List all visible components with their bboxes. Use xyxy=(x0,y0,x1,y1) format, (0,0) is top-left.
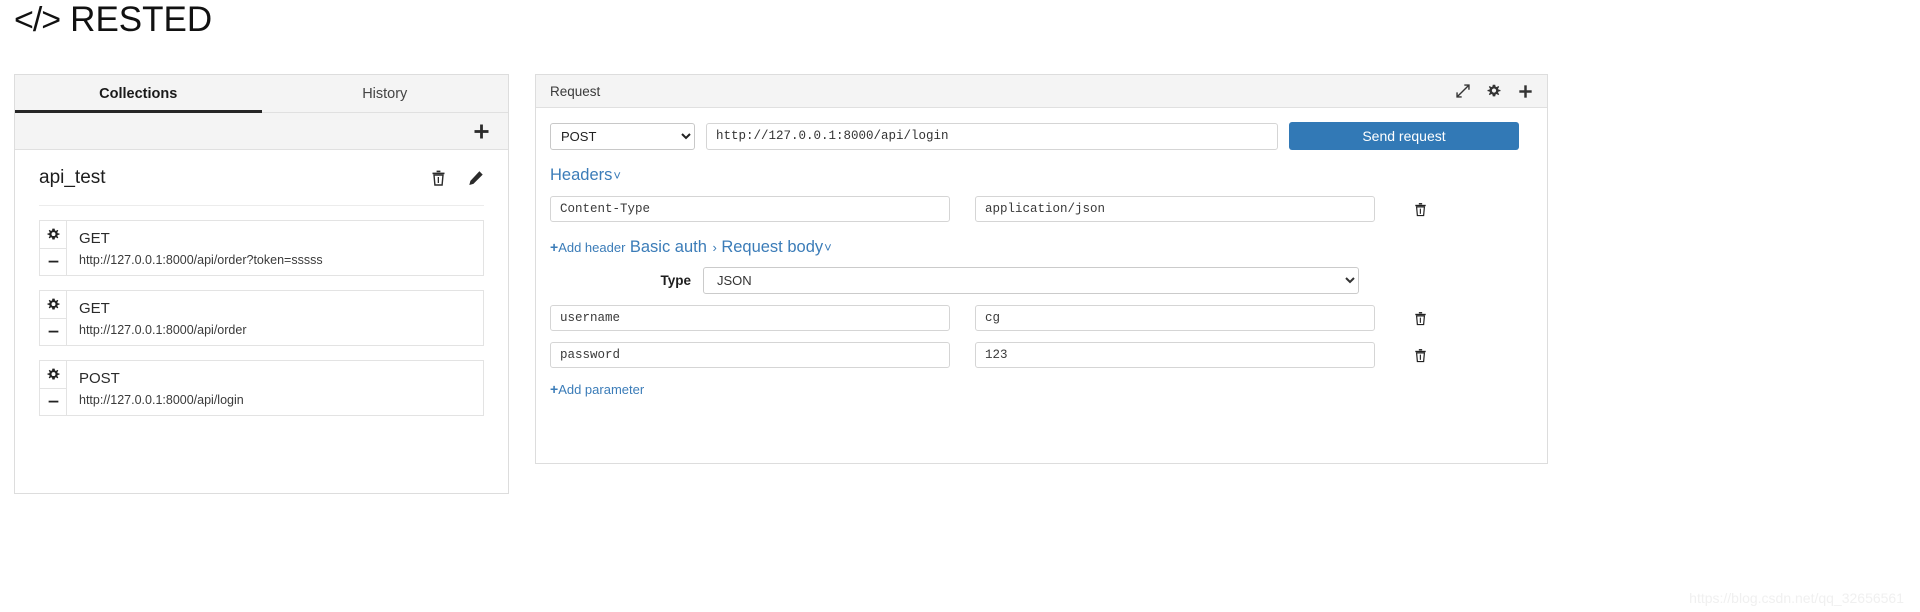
expand-panel-button[interactable] xyxy=(1456,84,1470,98)
request-panel: Request POST Send xyxy=(535,74,1548,464)
delete-header-button[interactable] xyxy=(1414,202,1427,217)
body-type-row: Type JSON xyxy=(550,267,1533,294)
request-remove-button[interactable] xyxy=(40,389,66,416)
gear-icon xyxy=(46,298,60,310)
pencil-icon xyxy=(469,170,483,185)
expand-icon xyxy=(1456,84,1470,98)
request-item-body: GET http://127.0.0.1:8000/api/order?toke… xyxy=(67,221,483,275)
watermark: https://blog.csdn.net/qq_32656561 xyxy=(1689,590,1904,606)
body-param-value-input[interactable] xyxy=(975,305,1375,331)
plus-icon: + xyxy=(550,381,559,397)
gear-icon xyxy=(1487,84,1501,97)
tab-collections-label: Collections xyxy=(99,85,178,102)
request-list-item[interactable]: POST http://127.0.0.1:8000/api/login xyxy=(39,360,484,416)
add-parameter-button[interactable]: +Add parameter xyxy=(550,381,644,397)
headers-section-toggle[interactable]: Headers˅ xyxy=(550,166,621,185)
request-settings-button[interactable] xyxy=(40,361,66,389)
plus-icon: + xyxy=(550,239,559,255)
delete-body-param-button[interactable] xyxy=(1414,348,1427,363)
collections-toolbar xyxy=(15,113,508,150)
delete-collection-button[interactable] xyxy=(431,170,446,186)
basic-auth-label: Basic auth xyxy=(629,238,707,256)
collections-panel: Collections History api_test GET http://… xyxy=(14,74,509,494)
request-item-body: POST http://127.0.0.1:8000/api/login xyxy=(67,361,483,415)
trash-icon xyxy=(1415,348,1426,362)
add-header-button[interactable]: +Add header xyxy=(550,239,625,255)
request-panel-title: Request xyxy=(550,83,601,99)
request-body-label: Request body xyxy=(721,238,824,256)
http-method-select[interactable]: POST xyxy=(550,122,695,150)
tab-history-label: History xyxy=(362,85,408,102)
delete-body-param-button[interactable] xyxy=(1414,311,1427,326)
request-list-item[interactable]: GET http://127.0.0.1:8000/api/order xyxy=(39,290,484,346)
add-parameter-label: Add parameter xyxy=(558,382,645,397)
add-collection-button[interactable] xyxy=(473,123,490,140)
chevron-down-icon: ˅ xyxy=(613,168,621,183)
request-body-toggle[interactable]: Request body˅ xyxy=(721,238,831,257)
request-settings-button[interactable] xyxy=(40,291,66,319)
collection-block: api_test GET http://127.0.0.1:8000/api/o… xyxy=(15,150,508,416)
request-panel-body: POST Send request Headers˅ +Add header xyxy=(536,108,1547,399)
header-value-input[interactable] xyxy=(975,196,1375,222)
minus-icon xyxy=(48,400,58,403)
body-type-select[interactable]: JSON xyxy=(703,267,1359,294)
gear-icon xyxy=(46,368,60,380)
request-item-actions xyxy=(40,221,67,275)
header-key-input[interactable] xyxy=(550,196,950,222)
minus-icon xyxy=(48,330,58,333)
request-item-url: http://127.0.0.1:8000/api/login xyxy=(79,393,244,407)
request-list-item[interactable]: GET http://127.0.0.1:8000/api/order?toke… xyxy=(39,220,484,276)
request-settings-button[interactable] xyxy=(40,221,66,249)
headers-section-label: Headers xyxy=(550,166,613,184)
body-type-label: Type xyxy=(660,273,691,288)
body-param-key-input[interactable] xyxy=(550,305,950,331)
url-row: POST Send request xyxy=(550,122,1533,150)
body-parameter-row xyxy=(550,342,1533,368)
body-parameter-row xyxy=(550,305,1533,331)
request-panel-header: Request xyxy=(536,75,1547,108)
request-item-body: GET http://127.0.0.1:8000/api/order xyxy=(67,291,483,345)
chevron-right-icon: › xyxy=(712,240,717,255)
request-item-url: http://127.0.0.1:8000/api/order?token=ss… xyxy=(79,253,323,267)
request-url-input[interactable] xyxy=(706,122,1278,150)
body-param-value-input[interactable] xyxy=(975,342,1375,368)
edit-collection-button[interactable] xyxy=(468,170,484,186)
minus-icon xyxy=(48,260,58,263)
code-logo-icon: </> xyxy=(14,0,61,39)
request-item-url: http://127.0.0.1:8000/api/order xyxy=(79,323,247,337)
gear-icon xyxy=(46,228,60,240)
trash-icon xyxy=(432,170,445,186)
add-header-label: Add header xyxy=(558,240,626,255)
tab-collections[interactable]: Collections xyxy=(15,75,262,113)
sidebar-tabs: Collections History xyxy=(15,75,508,113)
add-request-button[interactable] xyxy=(1518,84,1533,99)
request-item-actions xyxy=(40,291,67,345)
trash-icon xyxy=(1415,311,1426,325)
collection-header-row: api_test xyxy=(39,150,484,206)
plus-icon xyxy=(474,124,489,138)
trash-icon xyxy=(1415,202,1426,216)
app-title: RESTED xyxy=(70,0,213,39)
chevron-down-icon: ˅ xyxy=(824,240,832,255)
request-remove-button[interactable] xyxy=(40,249,66,276)
request-remove-button[interactable] xyxy=(40,319,66,346)
body-param-key-input[interactable] xyxy=(550,342,950,368)
request-item-method: GET xyxy=(79,300,110,317)
request-item-actions xyxy=(40,361,67,415)
basic-auth-toggle[interactable]: Basic auth › xyxy=(630,238,717,257)
request-item-method: POST xyxy=(79,370,120,387)
header-row xyxy=(550,196,1533,222)
request-item-method: GET xyxy=(79,230,110,247)
plus-icon xyxy=(1519,84,1532,98)
tab-history[interactable]: History xyxy=(262,75,509,112)
send-request-button[interactable]: Send request xyxy=(1289,122,1519,150)
app-header: </> RESTED xyxy=(14,2,212,37)
collection-name: api_test xyxy=(39,166,106,188)
panel-settings-button[interactable] xyxy=(1487,84,1501,98)
